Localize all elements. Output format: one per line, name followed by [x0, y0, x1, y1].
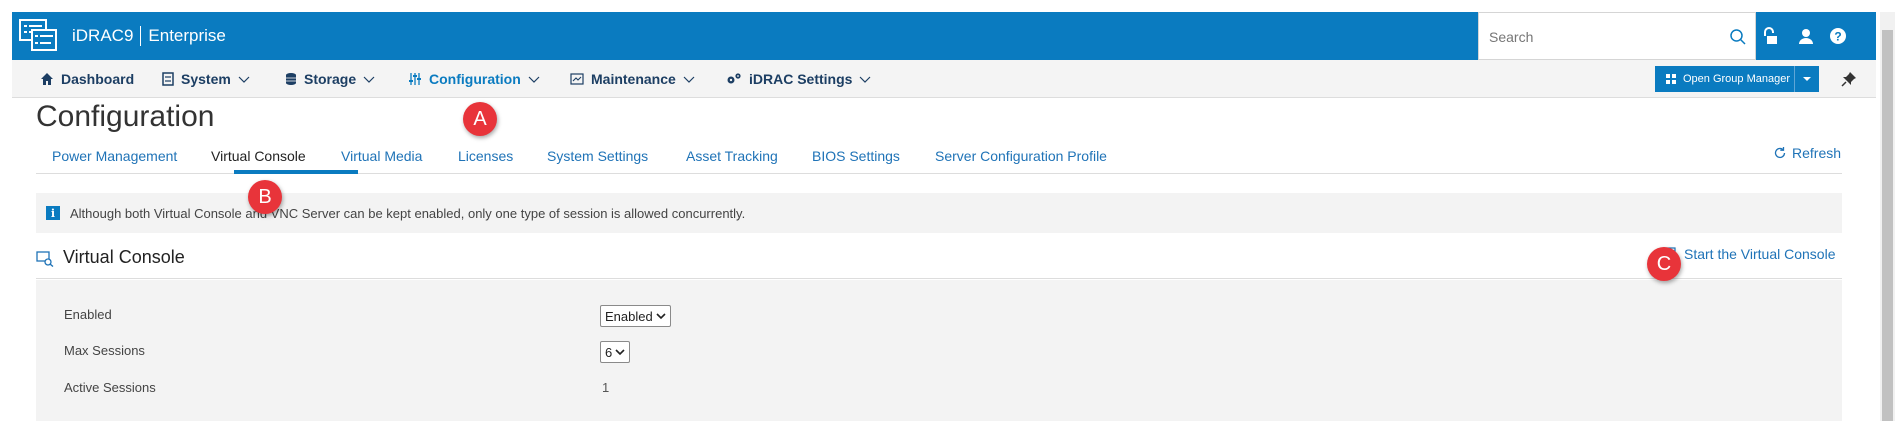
refresh-icon: [1774, 147, 1786, 159]
nav-label: Maintenance: [591, 71, 676, 87]
maintenance-icon: [570, 73, 584, 85]
callout-b: B: [248, 180, 282, 214]
unlock-icon[interactable]: [1764, 26, 1784, 46]
info-banner: i Although both Virtual Console and VNC …: [36, 193, 1842, 233]
home-icon: [41, 73, 53, 85]
refresh-button[interactable]: Refresh: [1773, 145, 1841, 161]
nav-storage[interactable]: Storage: [285, 60, 375, 98]
max-sessions-select[interactable]: 6: [600, 341, 631, 363]
enabled-label: Enabled: [64, 307, 112, 322]
tab-power-management[interactable]: Power Management: [52, 148, 177, 164]
header-actions: ?: [1764, 26, 1848, 46]
console-search-icon: [36, 251, 54, 268]
page-title: Configuration: [36, 100, 215, 133]
main-navbar: Dashboard System Storage Configuration M…: [12, 60, 1876, 98]
search-box: [1478, 12, 1756, 60]
chevron-down-icon: [238, 76, 250, 83]
pin-icon[interactable]: [1840, 70, 1858, 88]
max-sessions-label: Max Sessions: [64, 343, 145, 358]
server-icon: [162, 72, 174, 86]
tab-bios-settings[interactable]: BIOS Settings: [812, 148, 900, 164]
enabled-select-value: Enabled: [605, 308, 653, 324]
logo-icon: [18, 18, 58, 52]
chevron-down-icon: [683, 76, 695, 83]
info-text: Although both Virtual Console and VNC Se…: [70, 205, 746, 221]
group-icon: [1666, 74, 1676, 84]
tab-virtual-media[interactable]: Virtual Media: [341, 148, 422, 164]
chevron-down-icon: [656, 313, 666, 320]
virtual-console-settings: Enabled Enabled Max Sessions 6 Active Se…: [36, 280, 1842, 421]
enabled-select[interactable]: Enabled: [600, 305, 671, 327]
product-name: iDRAC9: [72, 26, 134, 45]
tab-system-settings[interactable]: System Settings: [547, 148, 648, 164]
nav-label: iDRAC Settings: [749, 71, 853, 87]
group-manager-dropdown-toggle[interactable]: [1795, 66, 1819, 92]
nav-label: Dashboard: [61, 71, 135, 87]
top-header-bar: iDRAC9 Enterprise ?: [12, 12, 1876, 60]
nav-system[interactable]: System: [162, 60, 250, 98]
callout-c: C: [1647, 247, 1681, 281]
nav-idrac-settings[interactable]: iDRAC Settings: [726, 60, 871, 98]
open-group-manager-main[interactable]: Open Group Manager: [1655, 66, 1795, 92]
active-tab-indicator: [234, 170, 358, 174]
virtual-console-section-header: Virtual Console Start the Virtual Consol…: [36, 245, 1842, 279]
nav-dashboard[interactable]: Dashboard: [40, 60, 134, 98]
scrollbar-thumb[interactable]: [1882, 30, 1893, 421]
brand-divider: [140, 26, 142, 46]
search-icon[interactable]: [1729, 28, 1747, 46]
caret-down-icon: [1803, 77, 1811, 81]
refresh-label: Refresh: [1792, 145, 1842, 161]
config-tabs: Power Management Virtual Console Virtual…: [36, 142, 1842, 174]
chevron-down-icon: [615, 349, 625, 356]
start-virtual-console-label: Start the Virtual Console: [1684, 246, 1836, 262]
nav-configuration[interactable]: Configuration: [408, 60, 540, 98]
tab-asset-tracking[interactable]: Asset Tracking: [686, 148, 778, 164]
nav-label: Storage: [304, 71, 357, 87]
start-virtual-console-link[interactable]: Start the Virtual Console: [1662, 246, 1836, 262]
max-sessions-select-value: 6: [605, 344, 613, 360]
search-input[interactable]: [1489, 25, 1709, 49]
database-icon: [286, 73, 296, 85]
sliders-icon: [409, 73, 421, 85]
nav-label: System: [181, 71, 231, 87]
tab-server-configuration-profile[interactable]: Server Configuration Profile: [935, 148, 1107, 164]
chevron-down-icon: [363, 76, 375, 83]
brand-title: iDRAC9 Enterprise: [72, 26, 226, 46]
tab-virtual-console[interactable]: Virtual Console: [211, 148, 306, 164]
user-icon[interactable]: [1796, 26, 1816, 46]
chevron-down-icon: [528, 76, 540, 83]
nav-label: Configuration: [429, 71, 521, 87]
info-icon: i: [46, 206, 60, 220]
open-group-manager-label: Open Group Manager: [1683, 73, 1791, 85]
callout-a: A: [463, 102, 497, 136]
gears-icon: [727, 73, 741, 84]
edition-name: Enterprise: [148, 26, 226, 45]
section-title: Virtual Console: [63, 247, 185, 267]
open-group-manager-button[interactable]: Open Group Manager: [1655, 66, 1819, 92]
active-sessions-value: 1: [602, 380, 610, 395]
active-sessions-label: Active Sessions: [64, 380, 156, 395]
chevron-down-icon: [860, 76, 871, 83]
help-icon[interactable]: ?: [1828, 26, 1848, 46]
nav-maintenance[interactable]: Maintenance: [570, 60, 695, 98]
svg-text:?: ?: [1834, 30, 1841, 44]
tab-licenses[interactable]: Licenses: [458, 148, 513, 164]
